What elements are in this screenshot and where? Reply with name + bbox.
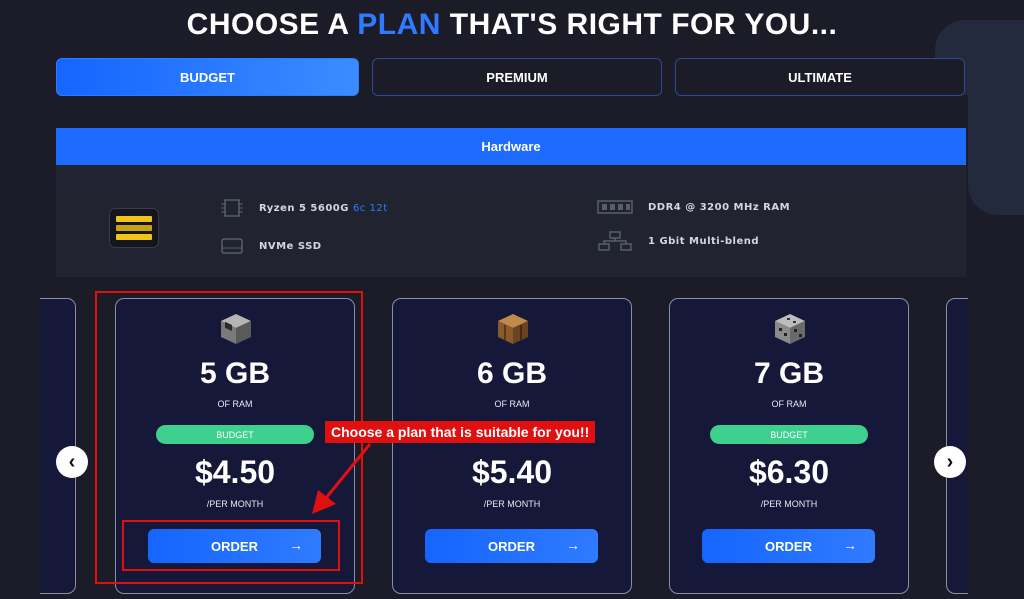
server-icon [109,208,159,248]
cpu-threads: 6c 12t [352,202,388,214]
hardware-ram: DDR4 @ 3200 MHz RAM [596,196,790,218]
carousel-next-button[interactable]: › [934,446,966,478]
ram-label: DDR4 @ 3200 MHz RAM [648,201,791,213]
ore-block-icon [775,314,805,344]
plan-card-6gb: 6 GB OF RAM $5.40 /PER MONTH ORDER → [392,298,632,594]
hardware-cpu: Ryzen 5 5600G 6c 12t [219,197,388,219]
chevron-right-icon: › [946,450,954,473]
annotation-callout: Choose a plan that is suitable for you!! [325,421,596,443]
order-button[interactable]: ORDER → [702,529,875,563]
chevron-left-icon: ‹ [68,450,76,473]
ram-icon [597,200,633,214]
arrow-right-icon: → [566,537,580,553]
page-title: CHOOSE A PLAN THAT'S RIGHT FOR YOU... [186,8,838,41]
network-icon [598,231,632,251]
order-label: ORDER [488,538,535,554]
arrow-right-icon: → [843,537,857,553]
crafting-table-icon [498,314,528,344]
plan-ram: 7 GB [753,357,825,390]
tab-ultimate[interactable]: ULTIMATE [675,58,965,96]
plan-badge: BUDGET [710,425,868,444]
cpu-label: Ryzen 5 5600G [259,202,349,214]
drive-icon [221,238,243,254]
hardware-panel [56,165,966,277]
network-label: 1 Gbit Multi-blend [648,235,759,247]
highlight-box-order [122,520,340,571]
plan-ram-label: OF RAM [771,399,807,409]
order-button[interactable]: ORDER → [425,529,598,563]
hardware-storage: NVMe SSD [219,235,322,257]
tab-premium[interactable]: PREMIUM [372,58,662,96]
background-decoration [968,95,1024,215]
storage-label: NVMe SSD [259,240,322,252]
plan-period: /PER MONTH [760,499,818,509]
hardware-header: Hardware [56,128,966,165]
plan-card-7gb: 7 GB OF RAM BUDGET $6.30 /PER MONTH ORDE… [669,298,909,594]
plan-price: $6.30 [748,454,830,490]
tab-budget[interactable]: BUDGET [56,58,359,96]
hardware-network: 1 Gbit Multi-blend [596,230,759,252]
plan-ram: 6 GB [476,357,548,390]
plan-period: /PER MONTH [483,499,541,509]
plan-price: $5.40 [471,454,553,490]
carousel-prev-button[interactable]: ‹ [56,446,88,478]
plan-ram-label: OF RAM [494,399,530,409]
cpu-icon [221,199,243,217]
order-label: ORDER [765,538,812,554]
